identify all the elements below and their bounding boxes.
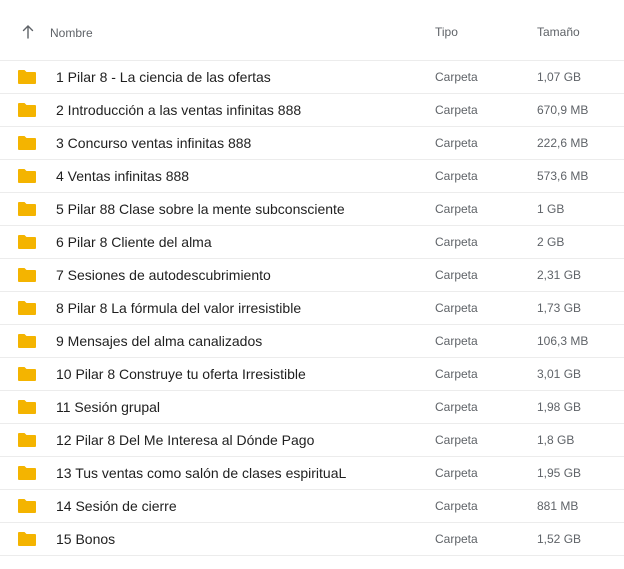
file-name: 15 Bonos	[56, 531, 116, 547]
column-header-name-label: Nombre	[50, 26, 93, 40]
file-name: 3 Concurso ventas infinitas 888	[56, 135, 252, 151]
file-size: 573,6 MB	[537, 169, 589, 183]
table-row[interactable]: 2 Introducción a las ventas infinitas 88…	[0, 94, 624, 127]
file-rows: 1 Pilar 8 - La ciencia de las ofertas Car…	[0, 61, 624, 556]
file-name: 6 Pilar 8 Cliente del alma	[56, 234, 212, 250]
table-row[interactable]: 6 Pilar 8 Cliente del alma Carpeta 2 GB	[0, 226, 624, 259]
file-type: Carpeta	[435, 433, 478, 447]
file-type: Carpeta	[435, 202, 478, 216]
table-row[interactable]: 14 Sesión de cierre Carpeta 881 MB	[0, 490, 624, 523]
file-type: Carpeta	[435, 103, 478, 117]
file-size: 1,8 GB	[537, 433, 575, 447]
folder-icon	[18, 268, 36, 282]
file-name: 14 Sesión de cierre	[56, 498, 177, 514]
table-row[interactable]: 13 Tus ventas como salón de clases espir…	[0, 457, 624, 490]
folder-icon	[18, 334, 36, 348]
table-row[interactable]: 9 Mensajes del alma canalizados Carpeta 10…	[0, 325, 624, 358]
file-name: 10 Pilar 8 Construye tu oferta Irresisti…	[56, 366, 306, 382]
file-name: 12 Pilar 8 Del Me Interesa al Dónde Pago	[56, 432, 315, 448]
table-row[interactable]: 3 Concurso ventas infinitas 888 Carpeta 22…	[0, 127, 624, 160]
column-header-row: Nombre Tipo Tamaño	[0, 0, 624, 61]
file-name: 5 Pilar 88 Clase sobre la mente subconsc…	[56, 201, 345, 217]
folder-icon	[18, 367, 36, 381]
folder-icon	[18, 499, 36, 513]
file-type: Carpeta	[435, 301, 478, 315]
file-name: 2 Introducción a las ventas infinitas 88…	[56, 102, 302, 118]
folder-icon	[18, 169, 36, 183]
file-type: Carpeta	[435, 466, 478, 480]
file-type: Carpeta	[435, 532, 478, 546]
file-size: 222,6 MB	[537, 136, 589, 150]
folder-icon	[18, 433, 36, 447]
folder-icon	[18, 103, 36, 117]
file-name: 9 Mensajes del alma canalizados	[56, 333, 263, 349]
folder-icon	[18, 532, 36, 546]
folder-icon	[18, 301, 36, 315]
column-header-size-label: Tamaño	[537, 25, 580, 39]
file-size: 1,73 GB	[537, 301, 582, 315]
column-header-type[interactable]: Tipo	[435, 2, 458, 62]
file-size: 1,95 GB	[537, 466, 582, 480]
folder-icon	[18, 70, 36, 84]
folder-icon	[18, 466, 36, 480]
file-type: Carpeta	[435, 367, 478, 381]
table-row[interactable]: 12 Pilar 8 Del Me Interesa al Dónde Pago…	[0, 424, 624, 457]
file-size: 2,31 GB	[537, 268, 582, 282]
file-name: 11 Sesión grupal	[56, 399, 161, 415]
folder-icon	[18, 202, 36, 216]
file-name: 8 Pilar 8 La fórmula del valor irresisti…	[56, 300, 302, 316]
file-size: 2 GB	[537, 235, 565, 249]
folder-icon	[18, 400, 36, 414]
file-type: Carpeta	[435, 136, 478, 150]
column-header-type-label: Tipo	[435, 25, 458, 39]
folder-icon	[18, 235, 36, 249]
table-row[interactable]: 4 Ventas infinitas 888 Carpeta 573,6 MB	[0, 160, 624, 193]
table-row[interactable]: 10 Pilar 8 Construye tu oferta Irresisti…	[0, 358, 624, 391]
file-size: 1,98 GB	[537, 400, 582, 414]
folder-icon	[18, 136, 36, 150]
column-header-name[interactable]: Nombre	[50, 3, 93, 63]
table-row[interactable]: 1 Pilar 8 - La ciencia de las ofertas Car…	[0, 61, 624, 94]
file-size: 670,9 MB	[537, 103, 589, 117]
table-row[interactable]: 15 Bonos Carpeta 1,52 GB	[0, 523, 624, 556]
column-header-size[interactable]: Tamaño	[537, 2, 580, 62]
table-row[interactable]: 8 Pilar 8 La fórmula del valor irresisti…	[0, 292, 624, 325]
file-size: 1,07 GB	[537, 70, 582, 84]
arrow-up-icon[interactable]	[22, 25, 34, 39]
file-type: Carpeta	[435, 70, 478, 84]
file-list-table: Nombre Tipo Tamaño 1 Pilar 8 - La cienci…	[0, 0, 624, 556]
file-name: 1 Pilar 8 - La ciencia de las ofertas	[56, 69, 271, 85]
table-row[interactable]: 7 Sesiones de autodescubrimiento Carpeta 2…	[0, 259, 624, 292]
file-size: 106,3 MB	[537, 334, 589, 348]
file-name: 13 Tus ventas como salón de clases espir…	[56, 465, 347, 481]
file-type: Carpeta	[435, 235, 478, 249]
file-type: Carpeta	[435, 334, 478, 348]
file-size: 1,52 GB	[537, 532, 582, 546]
file-type: Carpeta	[435, 268, 478, 282]
file-type: Carpeta	[435, 169, 478, 183]
file-size: 881 MB	[537, 499, 579, 513]
file-size: 3,01 GB	[537, 367, 582, 381]
file-size: 1 GB	[537, 202, 565, 216]
file-name: 4 Ventas infinitas 888	[56, 168, 190, 184]
file-type: Carpeta	[435, 499, 478, 513]
file-type: Carpeta	[435, 400, 478, 414]
table-row[interactable]: 5 Pilar 88 Clase sobre la mente subconsc…	[0, 193, 624, 226]
table-row[interactable]: 11 Sesión grupal Carpeta 1,98 GB	[0, 391, 624, 424]
file-name: 7 Sesiones de autodescubrimiento	[56, 267, 271, 283]
